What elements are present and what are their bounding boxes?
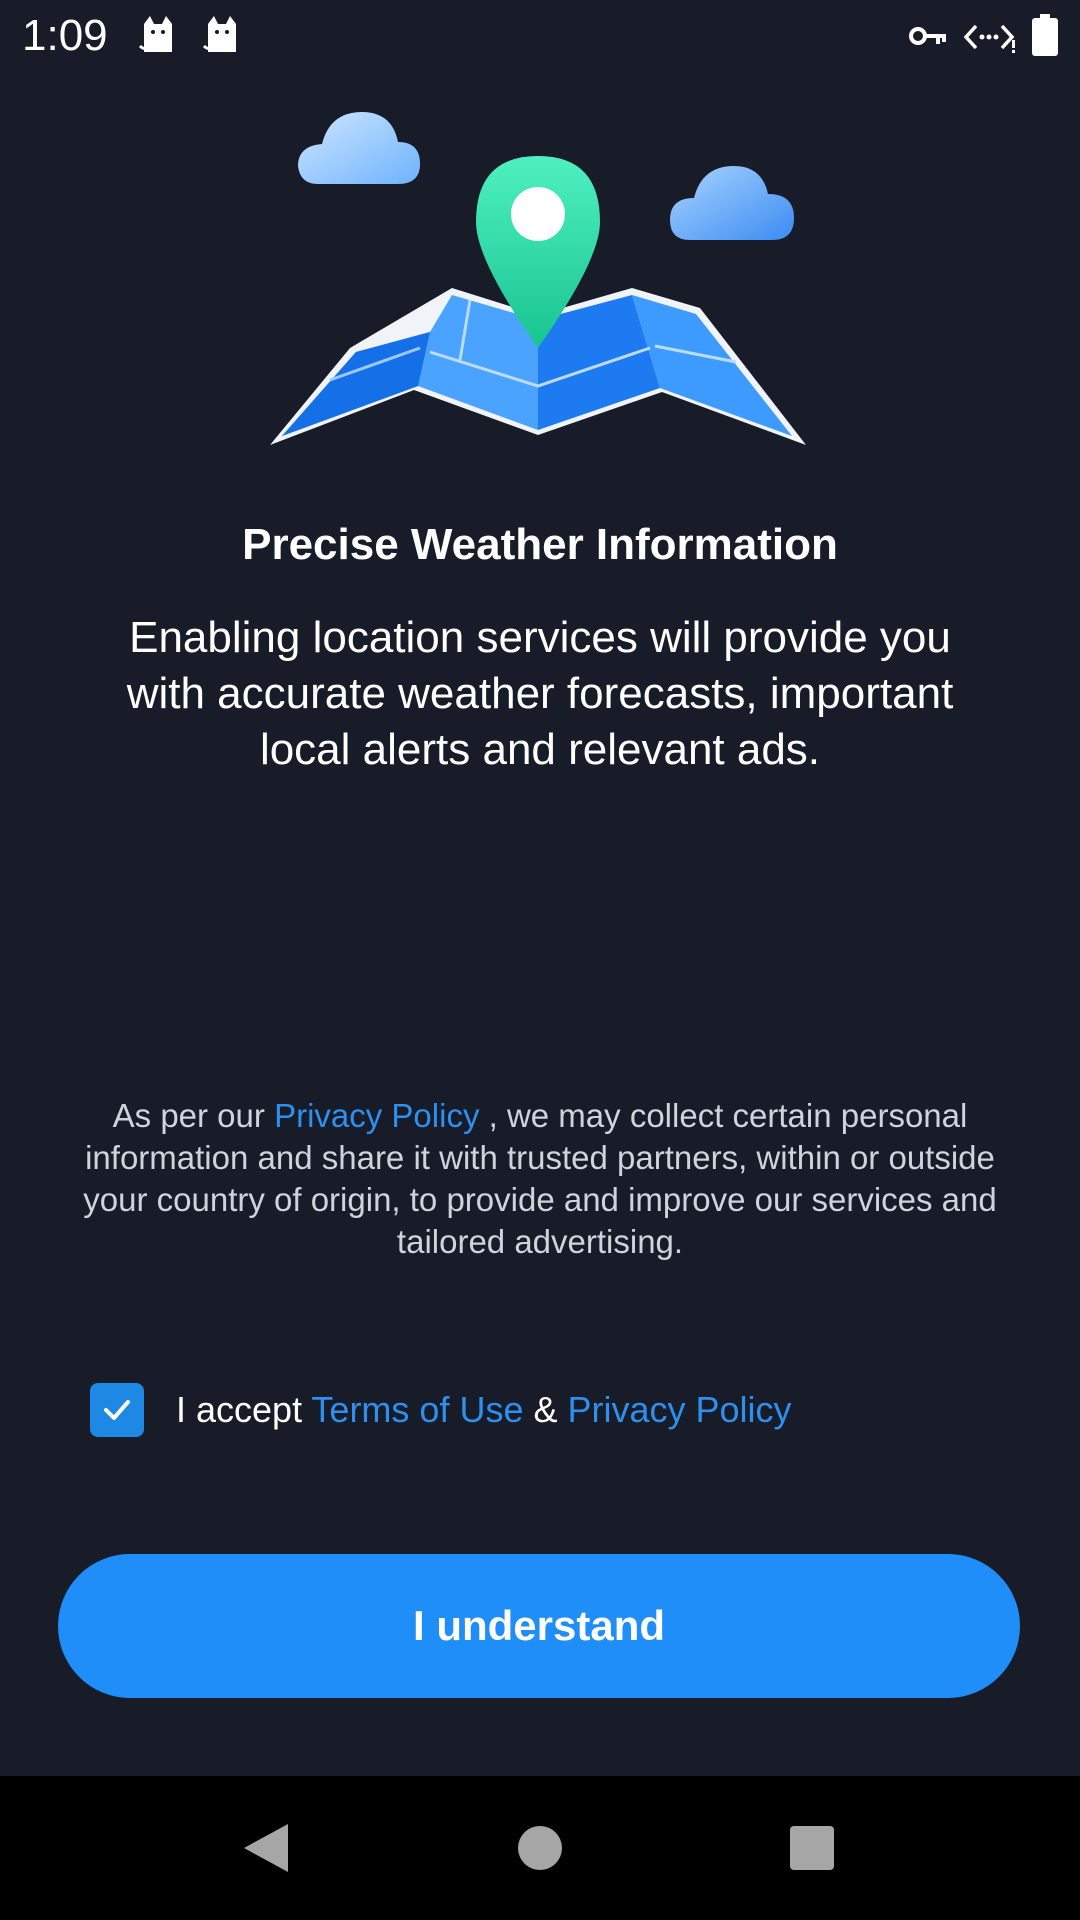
home-icon[interactable] — [510, 1818, 570, 1878]
privacy-policy-link[interactable]: Privacy Policy — [274, 1097, 479, 1134]
data-saver-icon — [964, 24, 1015, 53]
status-bar: 1:09 — [0, 0, 1080, 72]
cat-notification-icon — [138, 16, 172, 52]
i-understand-button[interactable]: I understand — [58, 1554, 1020, 1698]
description-text: Enabling location services will provide … — [126, 613, 954, 774]
terms-of-use-link[interactable]: Terms of Use — [311, 1389, 523, 1430]
vpn-key-icon — [909, 27, 946, 45]
checkmark-icon — [104, 1400, 130, 1420]
accept-terms-row: I accept Terms of Use & Privacy Policy — [90, 1383, 990, 1439]
accept-prefix: I accept — [176, 1389, 312, 1430]
status-time: 1:09 — [22, 11, 108, 60]
privacy-note: As per our Privacy Policy , we may colle… — [60, 1095, 1020, 1263]
accept-text: I accept Terms of Use & Privacy Policy — [176, 1387, 792, 1433]
map-with-location-pin — [270, 112, 806, 445]
page-title: Precise Weather Information — [242, 520, 838, 569]
navigation-bar — [0, 1776, 1080, 1920]
accept-checkbox[interactable] — [90, 1383, 144, 1437]
recents-icon[interactable] — [782, 1818, 842, 1878]
privacy-policy-link[interactable]: Privacy Policy — [567, 1389, 791, 1430]
back-icon[interactable] — [236, 1818, 296, 1878]
battery-icon — [1032, 14, 1058, 56]
cat-notification-icon — [202, 16, 236, 52]
cloud-icon — [670, 166, 794, 240]
cloud-icon — [298, 112, 420, 184]
privacy-note-prefix: As per our — [112, 1097, 275, 1134]
accept-ampersand: & — [523, 1389, 568, 1430]
